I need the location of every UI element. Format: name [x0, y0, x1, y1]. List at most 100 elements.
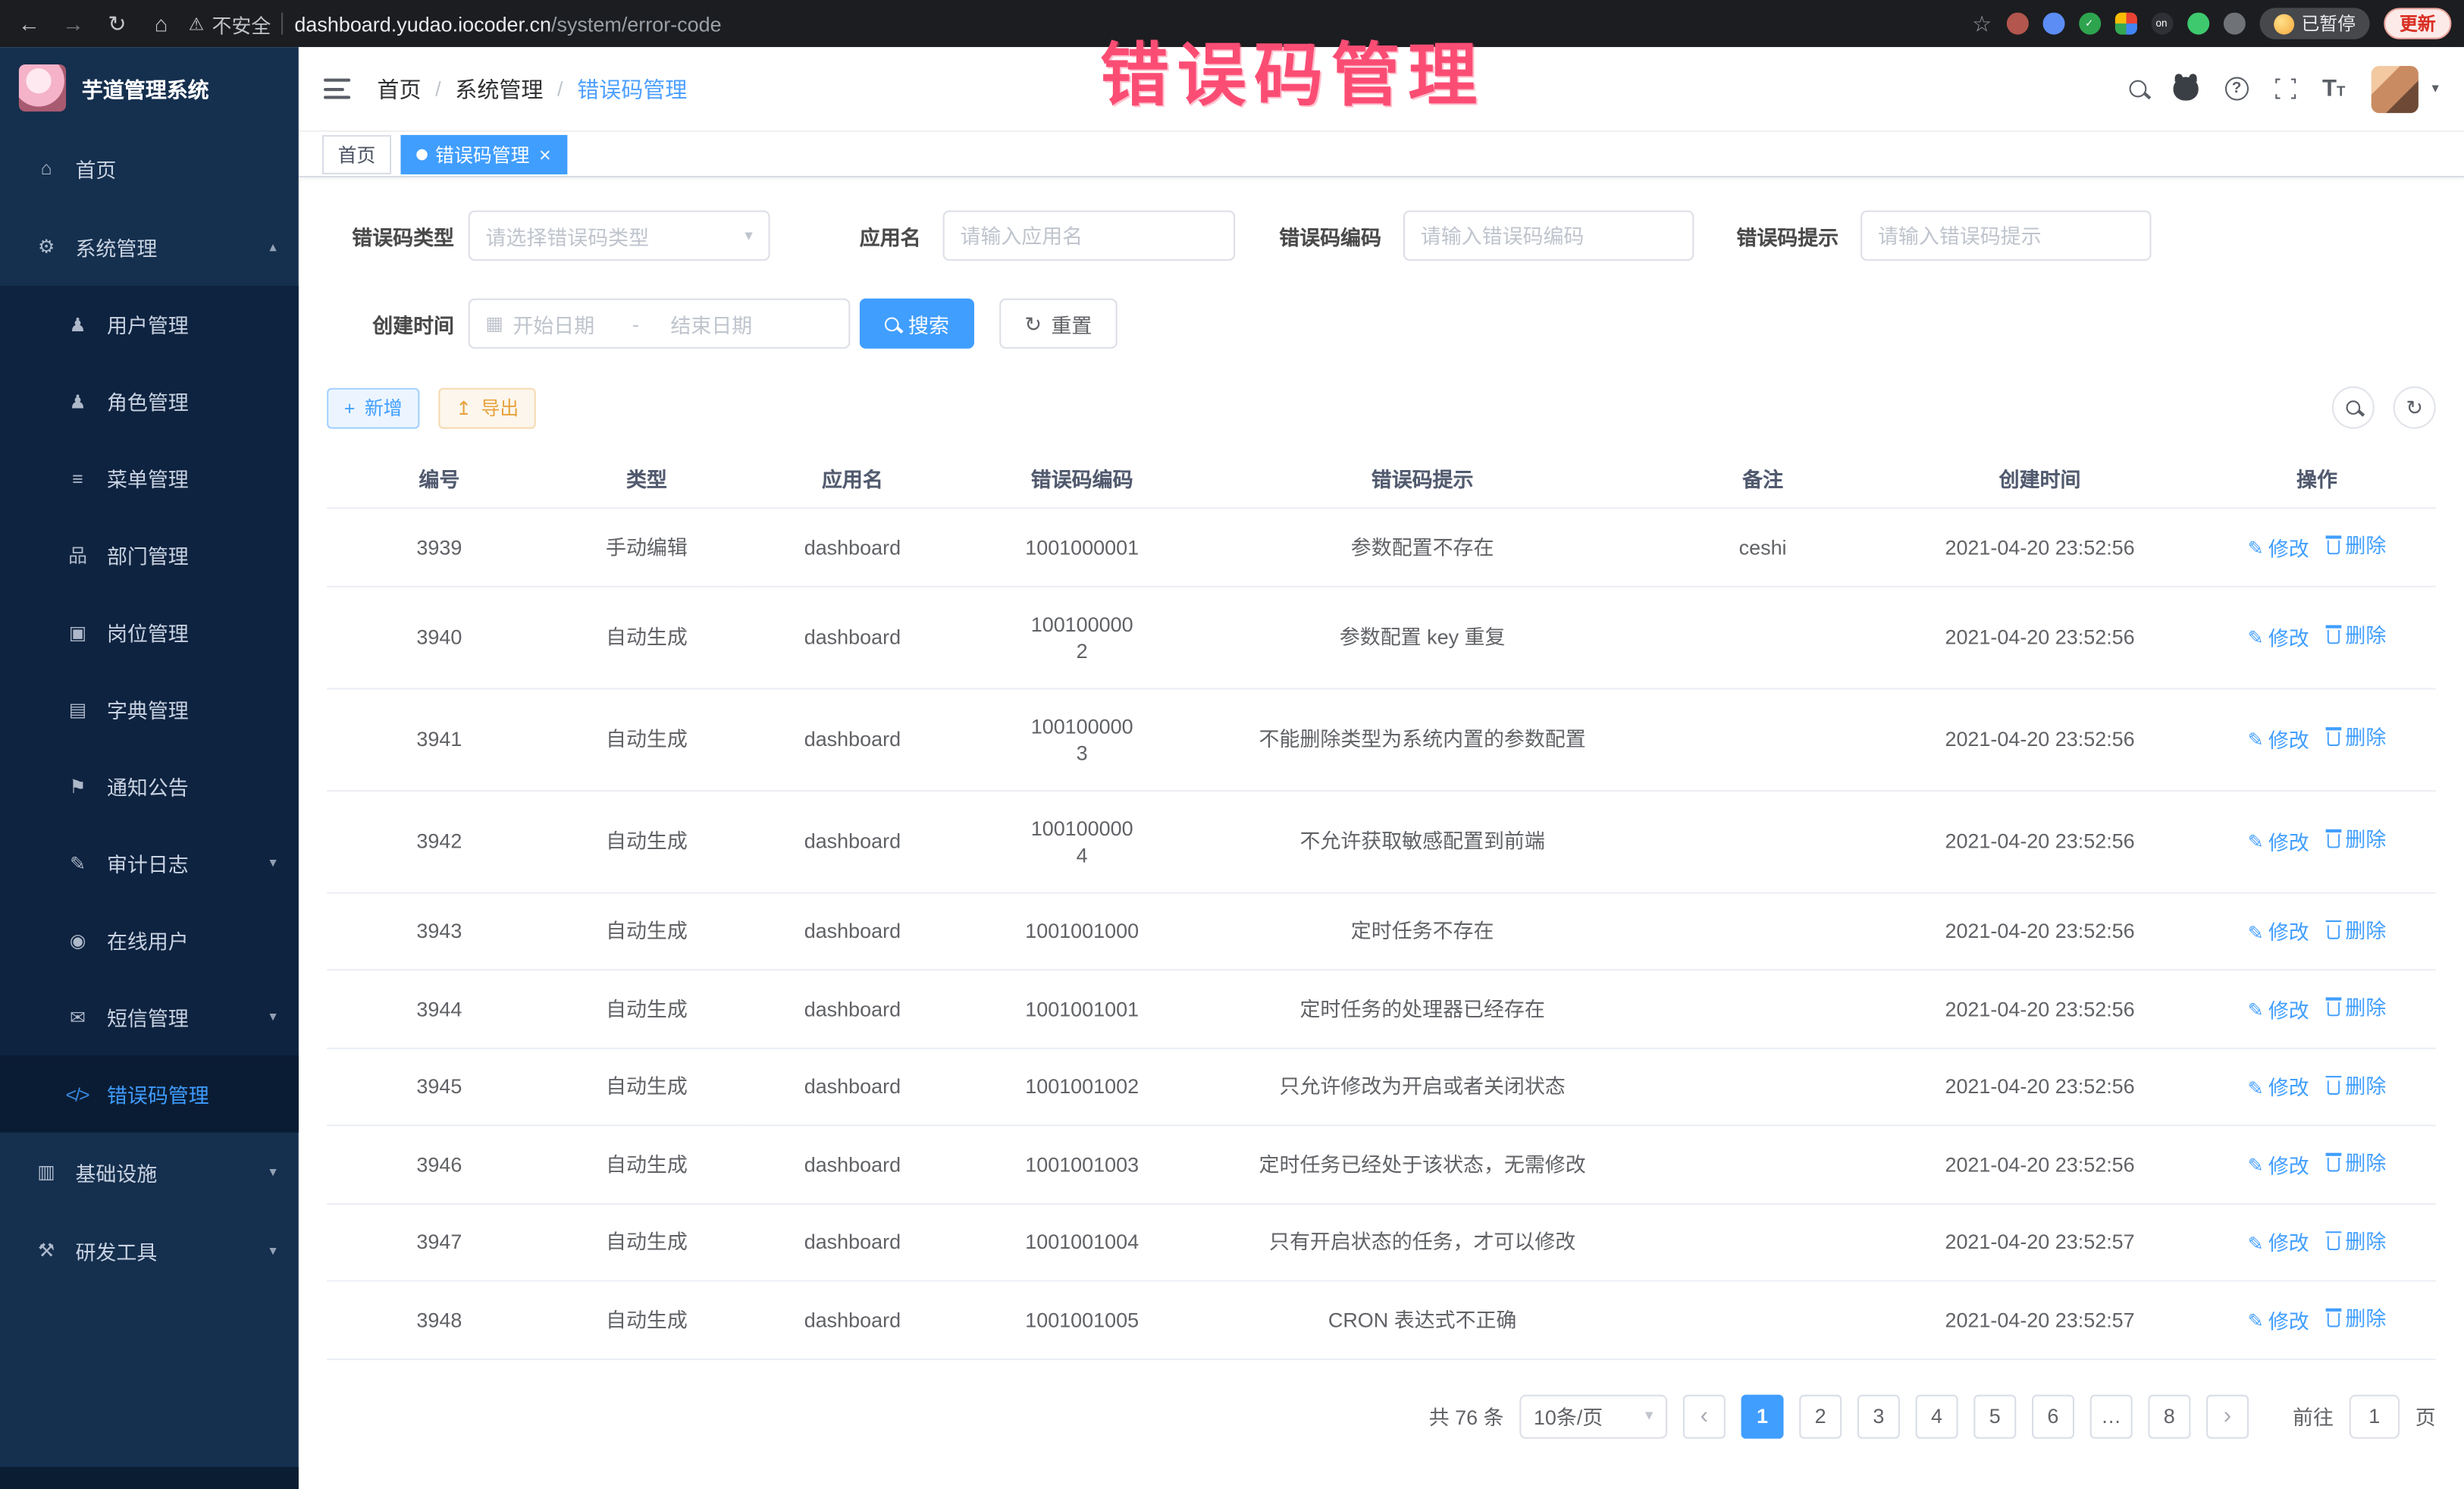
date-range-picker[interactable]: ▦ 开始日期 - 结束日期 — [469, 299, 851, 349]
edit-link[interactable]: ✎修改 — [2248, 534, 2309, 561]
extension-icon-grid[interactable] — [2114, 13, 2136, 35]
edit-link[interactable]: ✎修改 — [2248, 996, 2309, 1023]
delete-link[interactable]: 删除 — [2328, 1227, 2387, 1254]
search-button[interactable]: 搜索 — [860, 299, 974, 349]
page-button[interactable]: 3 — [1857, 1394, 1900, 1438]
delete-link[interactable]: 删除 — [2328, 532, 2387, 559]
error-hint-field[interactable] — [1878, 224, 2134, 247]
delete-link[interactable]: 删除 — [2328, 917, 2387, 943]
edit-link[interactable]: ✎修改 — [2248, 1152, 2309, 1179]
delete-link[interactable]: 删除 — [2328, 994, 2387, 1020]
sidebar-item-dev-tools[interactable]: ⚒研发工具▾ — [0, 1211, 299, 1290]
extension-icon-blue[interactable] — [2042, 13, 2064, 35]
sidebar-item-label: 基础设施 — [75, 1157, 259, 1186]
error-code-field[interactable] — [1421, 224, 1677, 247]
page-size-select[interactable]: 10条/页 ▾ — [1519, 1394, 1667, 1438]
browser-forward-button[interactable]: → — [57, 7, 90, 40]
app-name-field[interactable] — [960, 224, 1218, 247]
sidebar-item-error-code[interactable]: </>错误码管理 — [0, 1055, 299, 1133]
edit-link[interactable]: ✎修改 — [2248, 727, 2309, 754]
edit-icon: ✎ — [2248, 629, 2264, 647]
github-icon[interactable] — [2173, 77, 2198, 101]
sidebar-item-home[interactable]: ⌂首页 — [0, 129, 299, 208]
browser-update-button[interactable]: 更新 — [2384, 8, 2451, 39]
toggle-search-button[interactable] — [2332, 387, 2375, 429]
reset-button[interactable]: ↻ 重置 — [999, 299, 1117, 349]
goto-page-input[interactable] — [2350, 1394, 2400, 1438]
sidebar-item-gear[interactable]: ⚙系统管理▴ — [0, 207, 299, 286]
sidebar-item-dictionary[interactable]: ▤字典管理 — [0, 671, 299, 748]
page-button[interactable]: 8 — [2148, 1394, 2190, 1438]
extension-icon-green-check[interactable]: ✓ — [2078, 13, 2100, 35]
text-size-icon[interactable]: T — [2322, 77, 2345, 101]
chevron-down-icon[interactable]: ▾ — [2431, 80, 2438, 98]
hamburger-icon[interactable] — [324, 79, 350, 99]
edit-link[interactable]: ✎修改 — [2248, 1074, 2309, 1101]
sidebar-item-sms[interactable]: ✉短信管理▾ — [0, 979, 299, 1056]
page-button[interactable]: 6 — [2032, 1394, 2074, 1438]
cell-remark — [1644, 790, 1881, 892]
edit-link[interactable]: ✎修改 — [2248, 1308, 2309, 1334]
tab-错误码管理[interactable]: 错误码管理× — [401, 134, 567, 174]
delete-link[interactable]: 删除 — [2328, 1072, 2387, 1099]
error-code-input[interactable] — [1403, 211, 1694, 261]
delete-link[interactable]: 删除 — [2328, 1306, 2387, 1332]
sidebar-item-announcement[interactable]: ⚑通知公告 — [0, 748, 299, 825]
extension-icon-red[interactable] — [2006, 13, 2028, 35]
breadcrumb-item[interactable]: 系统管理 — [455, 73, 543, 104]
paused-profile-badge[interactable]: 已暂停 — [2259, 8, 2370, 39]
sidebar-collapse-bar[interactable] — [0, 1467, 299, 1489]
logo-row[interactable]: 芋道管理系统 — [0, 47, 299, 129]
help-icon[interactable]: ? — [2225, 77, 2249, 101]
table-row: 3941自动生成dashboard1001000003不能删除类型为系统内置的参… — [327, 688, 2436, 790]
edit-link[interactable]: ✎修改 — [2248, 625, 2309, 651]
prev-page-button[interactable]: ‹ — [1683, 1394, 1726, 1438]
page-button[interactable]: 2 — [1799, 1394, 1842, 1438]
sidebar-item-menu-list[interactable]: ≡菜单管理 — [0, 440, 299, 517]
browser-home-button[interactable]: ⌂ — [145, 7, 178, 40]
search-icon[interactable] — [2129, 80, 2146, 98]
sidebar-item-label: 错误码管理 — [107, 1079, 277, 1108]
edit-link[interactable]: ✎修改 — [2248, 1230, 2309, 1256]
extension-icon-bright-green[interactable] — [2187, 13, 2209, 35]
page-ellipsis[interactable]: … — [2090, 1394, 2133, 1438]
app-name-input[interactable] — [943, 211, 1236, 261]
page-button[interactable]: 5 — [1973, 1394, 2016, 1438]
browser-reload-button[interactable]: ↻ — [101, 7, 134, 40]
delete-link[interactable]: 删除 — [2328, 622, 2387, 649]
sidebar-item-users[interactable]: ♟角色管理 — [0, 363, 299, 440]
tab-首页[interactable]: 首页 — [322, 134, 391, 174]
sidebar-item-org-tree[interactable]: 品部门管理 — [0, 517, 299, 594]
breadcrumb-item[interactable]: 首页 — [377, 73, 421, 104]
page-button[interactable]: 4 — [1916, 1394, 1958, 1438]
chevron-down-icon: ▾ — [269, 1242, 276, 1259]
extension-icon-gray[interactable] — [2223, 13, 2245, 35]
sidebar-item-badge[interactable]: ▣岗位管理 — [0, 594, 299, 671]
edit-link[interactable]: ✎修改 — [2248, 919, 2309, 945]
add-button[interactable]: + 新增 — [327, 387, 419, 428]
browser-back-button[interactable]: ← — [13, 7, 46, 40]
table-row: 3944自动生成dashboard1001001001定时任务的处理器已经存在2… — [327, 970, 2436, 1048]
refresh-button[interactable]: ↻ — [2393, 387, 2436, 429]
sidebar-item-audit-log[interactable]: ✎审计日志▾ — [0, 825, 299, 902]
sidebar-item-user[interactable]: ♟用户管理 — [0, 286, 299, 363]
sidebar-item-online-users[interactable]: ◉在线用户 — [0, 901, 299, 979]
fullscreen-icon[interactable] — [2275, 79, 2296, 99]
error-hint-input[interactable] — [1861, 211, 2151, 261]
delete-link[interactable]: 删除 — [2328, 725, 2387, 751]
edit-link[interactable]: ✎修改 — [2248, 829, 2309, 855]
error-type-select[interactable]: 请选择错误码类型 ▾ — [469, 211, 770, 261]
delete-link[interactable]: 删除 — [2328, 1149, 2387, 1176]
sidebar-item-infrastructure[interactable]: ▥基础设施▾ — [0, 1133, 299, 1212]
extension-icon-on-badge[interactable]: on — [2150, 13, 2172, 35]
export-button[interactable]: ↥ 导出 — [438, 387, 536, 428]
avatar[interactable] — [2372, 65, 2419, 112]
next-page-button[interactable]: › — [2206, 1394, 2249, 1438]
close-icon[interactable]: × — [539, 144, 551, 165]
bookmark-star-icon[interactable]: ☆ — [1972, 10, 1992, 36]
chevron-down-icon: ▾ — [269, 1163, 276, 1180]
page-button[interactable]: 1 — [1741, 1394, 1783, 1438]
address-bar[interactable]: dashboard.yudao.iocoder.cn /system/error… — [294, 12, 721, 36]
delete-link[interactable]: 删除 — [2328, 826, 2387, 853]
security-chip[interactable]: ⚠ 不安全 — [189, 8, 271, 38]
